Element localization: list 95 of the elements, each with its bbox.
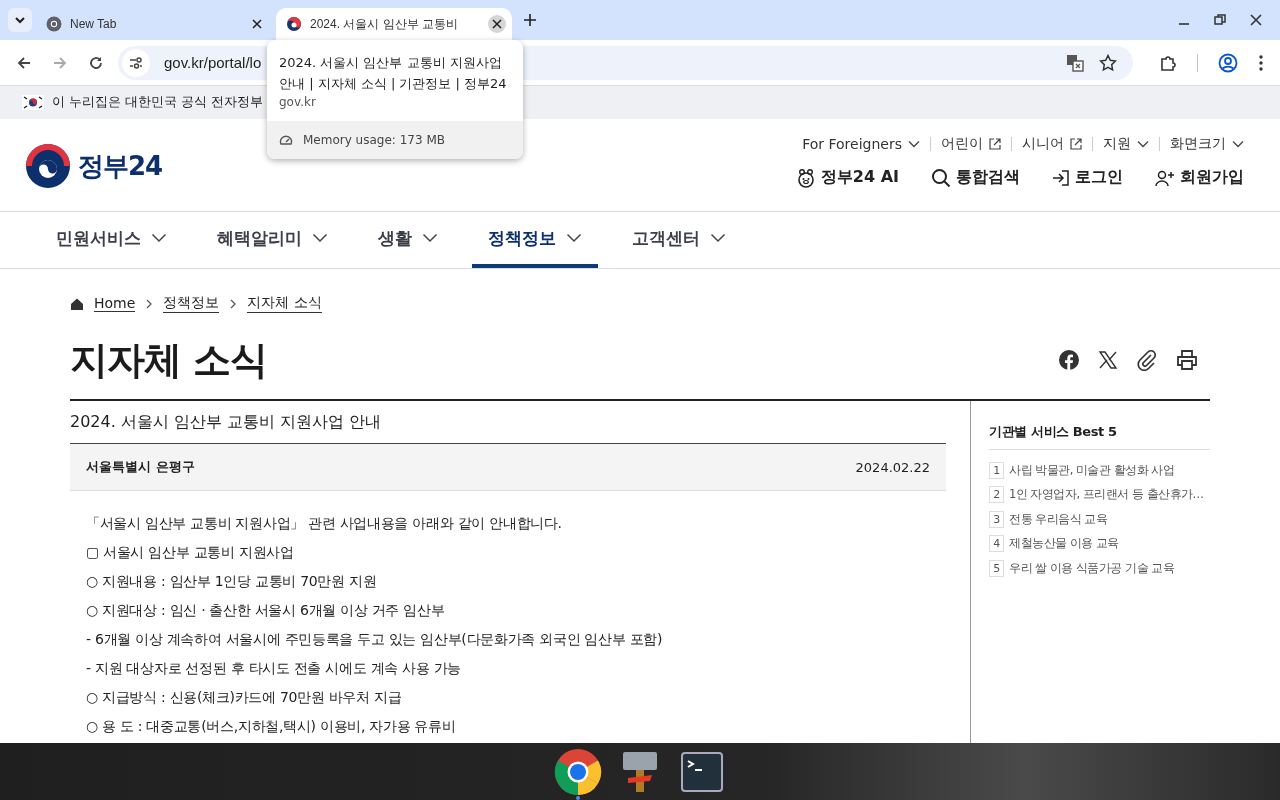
tab-title: 2024. 서울시 임산부 교통비: [310, 15, 460, 33]
chevron-down-icon: [710, 233, 726, 243]
rank-number: 5: [989, 559, 1004, 577]
nav-menu-item[interactable]: 민원서비스: [40, 212, 183, 268]
utility-link[interactable]: For Foreigners: [802, 136, 920, 152]
mascot-icon: [795, 167, 816, 188]
hover-card-domain: gov.kr: [279, 95, 317, 109]
chevron-down-icon: [908, 140, 920, 148]
puzzle-icon[interactable]: [1159, 53, 1177, 72]
tab-search-button[interactable]: [8, 8, 32, 32]
chevron-down-icon: [1137, 140, 1149, 148]
ranking-list-item[interactable]: 3 전통 우리음식 교육: [989, 507, 1108, 532]
browser-app-icon[interactable]: [554, 747, 602, 796]
article-organization: 서울특별시 은평구: [86, 458, 195, 476]
search-icon: [931, 167, 951, 188]
paperclip-icon[interactable]: [1136, 349, 1158, 371]
rank-number: 2: [989, 486, 1004, 504]
header-action-link[interactable]: 회원가입: [1155, 167, 1244, 188]
back-icon[interactable]: [16, 54, 32, 71]
utility-link[interactable]: 어린이: [941, 135, 1001, 153]
browser-tab[interactable]: New Tab: [36, 8, 272, 40]
close-icon[interactable]: [1250, 14, 1262, 26]
ranking-list-item[interactable]: 4 제철농산물 이용 교육: [989, 531, 1119, 556]
plus-icon: [523, 13, 537, 27]
browser-tab[interactable]: 2024. 서울시 임산부 교통비: [276, 8, 512, 40]
site-logo[interactable]: 정부24: [24, 143, 163, 189]
ranking-list-item[interactable]: 5 우리 쌀 이용 식품가공 기술 교육: [989, 556, 1175, 581]
nav-menu-item[interactable]: 생활: [362, 212, 454, 268]
rank-number: 4: [989, 535, 1004, 553]
x-logo-icon[interactable]: [1098, 350, 1118, 370]
page-title: 지자체 소식: [70, 336, 268, 384]
header-action-link[interactable]: 통합검색: [931, 167, 1020, 188]
header-action-link[interactable]: 로그인: [1052, 167, 1123, 188]
rank-number: 1: [989, 461, 1004, 479]
nav-menu-item[interactable]: 정책정보: [472, 212, 598, 268]
utility-link[interactable]: 시니어: [1022, 135, 1082, 153]
chevron-down-icon: [566, 233, 582, 243]
close-icon: [492, 19, 502, 29]
chevron-right-icon: [229, 298, 238, 309]
breadcrumb-link[interactable]: 지자체 소식: [247, 294, 322, 313]
profile-icon[interactable]: [1218, 52, 1238, 73]
print-icon[interactable]: [1176, 349, 1198, 371]
article-paragraph: ▢ 서울시 임산부 교통비 지원사업: [86, 543, 295, 562]
rank-number: 3: [989, 510, 1004, 528]
more-icon[interactable]: [1258, 53, 1264, 72]
restore-icon[interactable]: [1214, 14, 1226, 26]
chevron-down-icon: [312, 233, 328, 243]
site-info-button[interactable]: [122, 48, 150, 77]
breadcrumb-link[interactable]: Home: [94, 295, 136, 312]
facebook-icon[interactable]: [1058, 349, 1080, 371]
article-date: 2024.02.22: [855, 459, 930, 475]
chevron-down-icon: [1232, 140, 1244, 148]
chevron-right-icon: [145, 298, 154, 309]
official-site-notice: 이 누리집은 대한민국 공식 전자정부: [52, 94, 263, 111]
breadcrumb-link[interactable]: 정책정보: [163, 294, 220, 313]
url-text: gov.kr/portal/lo: [164, 54, 262, 71]
translate-icon[interactable]: [1065, 52, 1085, 73]
hammer-app-icon[interactable]: [620, 749, 660, 794]
nav-menu-item[interactable]: 혜택알리미: [201, 212, 344, 268]
home-icon: [70, 296, 84, 311]
terminal-app-icon[interactable]: [681, 751, 723, 792]
memory-usage-text: Memory usage: 173 MB: [303, 133, 445, 147]
close-icon: [252, 19, 262, 29]
caret-icon: [14, 14, 26, 26]
article-paragraph: ○ 지급방식 : 신용(체크)카드에 70만원 바우처 지급: [86, 688, 403, 707]
external-link-icon: [989, 138, 1001, 150]
running-indicator: [576, 796, 580, 800]
article-paragraph: ○ 용 도 : 대중교통(버스,지하철,택시) 이용비, 자가용 유류비: [86, 717, 457, 736]
tab-title: New Tab: [70, 17, 118, 31]
external-link-icon: [1070, 138, 1082, 150]
ranking-list-item[interactable]: 2 1인 자영업자, 프리랜서 등 출산휴가…: [989, 482, 1204, 507]
sliders-icon: [128, 54, 144, 71]
flag-icon: [22, 95, 44, 110]
sidebar-heading: 기관별 서비스 Best 5: [989, 423, 1210, 450]
header-action-link[interactable]: 정부24 AI: [795, 167, 899, 188]
article-paragraph: ○ 지원내용 : 임산부 1인당 교통비 70만원 지원: [86, 572, 378, 591]
nav-menu-item[interactable]: 고객센터: [616, 212, 742, 268]
add-user-icon: [1155, 168, 1175, 187]
article-paragraph: - 지원 대상자로 선정된 후 타시도 전출 시에도 계속 사용 가능: [86, 659, 463, 678]
ranking-list-item[interactable]: 1 사립 박물관, 미술관 활성화 사업: [989, 458, 1175, 483]
reload-icon[interactable]: [88, 54, 104, 71]
browser-logo-icon: [46, 16, 62, 32]
star-icon[interactable]: [1099, 53, 1117, 72]
utility-link[interactable]: 지원: [1103, 135, 1149, 153]
chevron-down-icon: [151, 233, 167, 243]
chevron-down-icon: [422, 233, 438, 243]
utility-link[interactable]: 화면크기: [1170, 135, 1244, 153]
site-emblem-icon: [286, 16, 302, 32]
gauge-icon: [279, 134, 293, 146]
login-icon: [1052, 168, 1070, 187]
article-paragraph: 「서울시 임산부 교통비 지원사업」 관련 사업내용을 아래와 같이 안내합니다.: [86, 514, 563, 533]
article-paragraph: ○ 지원대상 : 임신 · 출산한 서울시 6개월 이상 거주 임산부: [86, 601, 446, 620]
close-tab-button[interactable]: [488, 15, 506, 33]
emblem-icon: [24, 143, 72, 189]
article-paragraph: - 6개월 이상 계속하여 서울시에 주민등록을 두고 있는 임산부(다문화가족 외국인 임산부 포함): [86, 630, 664, 649]
